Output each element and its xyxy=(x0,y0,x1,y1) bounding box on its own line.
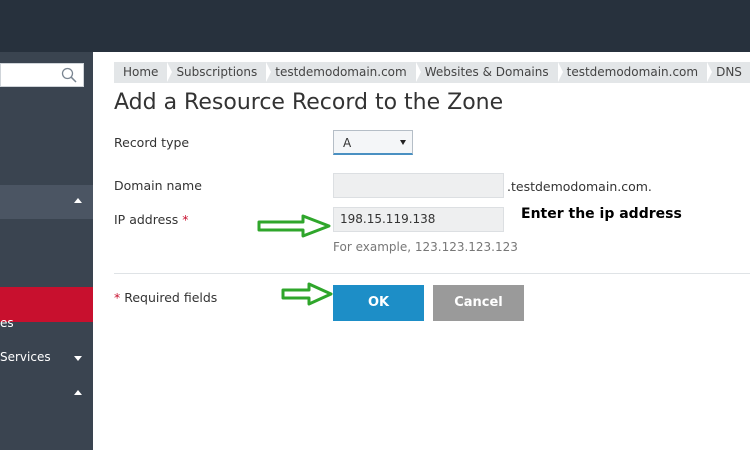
collapse-caret-icon[interactable] xyxy=(74,390,82,395)
breadcrumb: Home Subscriptions testdemodomain.com We… xyxy=(114,62,750,83)
required-fields-note: * Required fields xyxy=(114,290,217,305)
ip-address-label: IP address * xyxy=(114,212,189,227)
breadcrumb-item-domain[interactable]: testdemodomain.com xyxy=(558,62,713,83)
expand-caret-icon[interactable] xyxy=(74,356,82,361)
sidebar-item-label[interactable]: es xyxy=(0,316,14,330)
page-title: Add a Resource Record to the Zone xyxy=(114,90,504,115)
breadcrumb-item-dns[interactable]: DNS xyxy=(707,62,750,83)
breadcrumb-item-subscriptions[interactable]: Subscriptions xyxy=(167,62,272,83)
sidebar-item-services[interactable]: Services xyxy=(0,350,51,364)
ip-address-hint: For example, 123.123.123.123 xyxy=(333,240,518,254)
domain-suffix: .testdemodomain.com. xyxy=(507,179,652,194)
breadcrumb-item-subscription-domain[interactable]: testdemodomain.com xyxy=(266,62,422,83)
required-mark: * xyxy=(182,212,189,227)
breadcrumb-item-home[interactable]: Home xyxy=(114,62,173,83)
sidebar-item-active[interactable] xyxy=(0,287,93,322)
domain-name-input[interactable] xyxy=(333,173,504,198)
ip-address-label-text: IP address xyxy=(114,212,179,227)
ok-button[interactable]: OK xyxy=(333,285,424,321)
top-bar xyxy=(0,0,750,52)
collapse-caret-icon xyxy=(74,198,82,203)
dropdown-arrow-icon xyxy=(400,140,406,145)
arrow-icon xyxy=(257,214,331,238)
ip-address-input[interactable]: 198.15.119.138 xyxy=(333,207,504,232)
domain-name-label: Domain name xyxy=(114,178,202,193)
sidebar: es Services xyxy=(0,52,93,450)
record-type-select[interactable]: A xyxy=(333,130,413,155)
breadcrumb-item-websites-domains[interactable]: Websites & Domains xyxy=(416,62,563,83)
form-separator xyxy=(114,273,750,274)
search-icon[interactable] xyxy=(61,67,77,83)
sidebar-search-input[interactable] xyxy=(0,63,84,87)
record-type-value: A xyxy=(343,136,352,150)
cancel-button[interactable]: Cancel xyxy=(433,285,524,321)
annotation-text: Enter the ip address xyxy=(521,206,682,222)
sidebar-section-header[interactable] xyxy=(0,185,93,219)
arrow-icon xyxy=(281,282,333,306)
record-type-label: Record type xyxy=(114,135,190,150)
required-fields-text: Required fields xyxy=(120,290,218,305)
